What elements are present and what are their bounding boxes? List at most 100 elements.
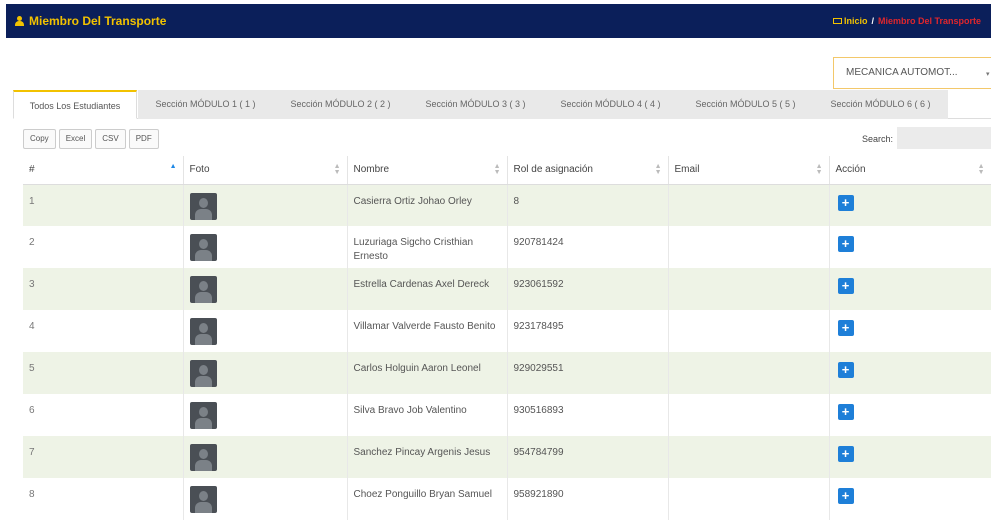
tab-modulo-1[interactable]: Sección MÓDULO 1 ( 1 ): [138, 90, 273, 119]
chevron-down-icon: ▾: [986, 71, 990, 78]
cell-foto: [183, 226, 348, 268]
sort-icon: ▲ ▼: [333, 163, 341, 176]
avatar: [189, 318, 217, 345]
section-tabs: Todos Los Estudiantes Sección MÓDULO 1 (…: [13, 90, 991, 119]
add-button[interactable]: +: [837, 194, 854, 211]
sort-icon: ▲ ▼: [977, 163, 985, 176]
excel-button[interactable]: Excel: [58, 129, 93, 149]
cell-nombre: Choez Ponguillo Bryan Samuel: [347, 478, 508, 520]
cell-rol: 923178495: [507, 310, 669, 352]
cell-email: [668, 352, 830, 394]
column-header-foto-label: Foto: [189, 164, 210, 176]
cell-num: 4: [23, 310, 184, 352]
sort-asc-icon: ▲: [169, 163, 177, 170]
column-header-accion[interactable]: Acción ▲ ▼: [829, 156, 991, 185]
cell-foto: [183, 310, 348, 352]
tab-modulo-2[interactable]: Sección MÓDULO 2 ( 2 ): [273, 90, 408, 119]
cell-nombre: Sanchez Pincay Argenis Jesus: [347, 436, 508, 478]
table-row: 8 Choez Ponguillo Bryan Samuel 958921890 +: [23, 478, 991, 520]
table-row: 4 Villamar Valverde Fausto Benito 92317849…: [23, 310, 991, 352]
add-button[interactable]: +: [837, 362, 854, 378]
table-header-row: # ▲ Foto ▲ ▼ Nombre ▲ ▼ Rol de asignación ▲ ▼ E…: [23, 156, 991, 185]
cell-email: [668, 394, 830, 436]
search-label: Search:: [862, 134, 894, 144]
column-header-email-label: Email: [674, 164, 700, 176]
sort-icon: ▲ ▼: [654, 163, 662, 176]
career-select[interactable]: MECANICA AUTOMOT... ▾: [833, 57, 991, 89]
avatar: [189, 234, 217, 261]
column-header-rol-label: Rol de asignación: [513, 164, 594, 176]
cell-foto: [183, 184, 348, 226]
add-button[interactable]: +: [837, 404, 854, 420]
column-header-email[interactable]: Email ▲ ▼: [668, 156, 830, 185]
tab-todos[interactable]: Todos Los Estudiantes: [13, 90, 137, 119]
copy-button[interactable]: Copy: [23, 129, 56, 149]
table-row: 6 Silva Bravo Job Valentino 930516893 +: [23, 394, 991, 436]
cell-email: [668, 436, 830, 478]
table-row: 2 Luzuriaga Sigcho Cristhian Ernesto 92078…: [23, 226, 991, 268]
cell-num: 2: [23, 226, 184, 268]
cell-accion: +: [829, 184, 991, 226]
avatar: [189, 360, 217, 387]
cell-nombre: Villamar Valverde Fausto Benito: [347, 310, 508, 352]
tab-modulo-3[interactable]: Sección MÓDULO 3 ( 3 ): [408, 90, 543, 119]
add-button[interactable]: +: [837, 446, 854, 462]
app-brand[interactable]: Miembro Del Transporte: [14, 14, 166, 28]
cell-email: [668, 226, 830, 268]
cell-foto: [183, 268, 348, 310]
breadcrumb-home[interactable]: Inicio: [833, 16, 868, 26]
csv-button[interactable]: CSV: [95, 129, 126, 149]
tab-modulo-6[interactable]: Sección MÓDULO 6 ( 6 ): [813, 90, 948, 119]
cell-num: 6: [23, 394, 184, 436]
avatar: [189, 192, 217, 220]
column-header-nombre-label: Nombre: [353, 164, 390, 176]
cell-accion: +: [829, 352, 991, 394]
cell-nombre: Estrella Cardenas Axel Dereck: [347, 268, 508, 310]
breadcrumb-home-label: Inicio: [844, 16, 868, 26]
cell-accion: +: [829, 268, 991, 310]
column-header-nombre[interactable]: Nombre ▲ ▼: [347, 156, 508, 185]
column-header-rol[interactable]: Rol de asignación ▲ ▼: [507, 156, 669, 185]
avatar: [189, 402, 217, 429]
tab-modulo-5[interactable]: Sección MÓDULO 5 ( 5 ): [678, 90, 813, 119]
column-header-num[interactable]: # ▲: [23, 156, 184, 185]
add-button[interactable]: +: [837, 278, 854, 294]
column-header-foto[interactable]: Foto ▲ ▼: [183, 156, 348, 185]
cell-email: [668, 478, 830, 520]
table-row: 3 Estrella Cardenas Axel Dereck 923061592 +: [23, 268, 991, 310]
cell-rol: 923061592: [507, 268, 669, 310]
sort-icon: ▲ ▼: [815, 163, 823, 176]
add-button[interactable]: +: [837, 320, 854, 336]
cell-nombre: Luzuriaga Sigcho Cristhian Ernesto: [347, 226, 508, 268]
search-input[interactable]: [897, 127, 991, 149]
sort-icon: ▲ ▼: [493, 163, 501, 176]
cell-foto: [183, 478, 348, 520]
user-icon: [14, 16, 25, 26]
cell-nombre: Casierra Ortiz Johao Orley: [347, 184, 508, 226]
top-navbar: Miembro Del Transporte Inicio / Miembro …: [6, 4, 991, 38]
cell-rol: 8: [507, 184, 669, 226]
pdf-button[interactable]: PDF: [128, 129, 159, 149]
table-row: 1 Casierra Ortiz Johao Orley 8 +: [23, 184, 991, 226]
column-header-num-label: #: [29, 164, 35, 176]
add-button[interactable]: +: [837, 488, 854, 504]
table-row: 5 Carlos Holguin Aaron Leonel 929029551 +: [23, 352, 991, 394]
cell-rol: 930516893: [507, 394, 669, 436]
cell-email: [668, 184, 830, 226]
add-button[interactable]: +: [837, 236, 854, 252]
career-select-value: MECANICA AUTOMOT...: [846, 67, 958, 78]
export-buttons: Copy Excel CSV PDF: [23, 129, 159, 149]
cell-accion: +: [829, 436, 991, 478]
cell-num: 3: [23, 268, 184, 310]
cell-nombre: Silva Bravo Job Valentino: [347, 394, 508, 436]
cell-email: [668, 310, 830, 352]
cell-num: 7: [23, 436, 184, 478]
cell-accion: +: [829, 394, 991, 436]
cell-accion: +: [829, 310, 991, 352]
cell-rol: 920781424: [507, 226, 669, 268]
cell-num: 1: [23, 184, 184, 226]
students-table: # ▲ Foto ▲ ▼ Nombre ▲ ▼ Rol de asignación ▲ ▼ E…: [23, 156, 991, 520]
tab-modulo-4[interactable]: Sección MÓDULO 4 ( 4 ): [543, 90, 678, 119]
breadcrumb-current: Miembro Del Transporte: [878, 16, 982, 26]
breadcrumb: Inicio / Miembro Del Transporte: [833, 16, 991, 26]
